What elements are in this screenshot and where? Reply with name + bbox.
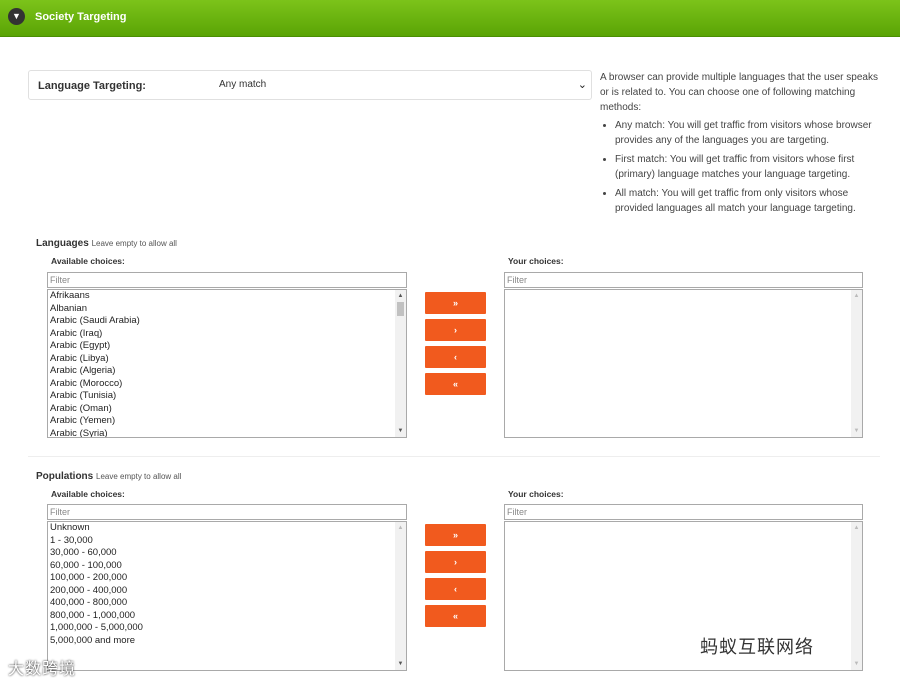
help-list: Any match: You will get traffic from vis… <box>600 118 882 216</box>
list-item[interactable]: 200,000 - 400,000 <box>48 585 406 598</box>
watermark-left: 大数跨境 <box>8 661 77 678</box>
populations-chosen-filter[interactable]: Filter <box>504 504 863 520</box>
populations-heading: Populations Leave empty to allow all <box>36 471 181 482</box>
scrollbar-thumb[interactable] <box>397 302 404 316</box>
scroll-down-icon[interactable]: ▼ <box>851 659 862 669</box>
list-item[interactable]: 800,000 - 1,000,000 <box>48 610 406 623</box>
watermark-right: 蚂蚁互联网络 <box>700 637 814 657</box>
language-targeting-select[interactable]: Any match ⌄ <box>219 79 587 91</box>
list-item[interactable]: 60,000 - 100,000 <box>48 560 406 573</box>
list-item[interactable]: Arabic (Syria) <box>48 428 406 438</box>
chevron-down-icon: ⌄ <box>577 79 587 91</box>
list-item[interactable]: Arabic (Morocco) <box>48 378 406 391</box>
list-item[interactable]: 100,000 - 200,000 <box>48 572 406 585</box>
section-title: Society Targeting <box>35 11 127 23</box>
list-item[interactable]: Arabic (Egypt) <box>48 340 406 353</box>
list-item[interactable]: Arabic (Yemen) <box>48 415 406 428</box>
list-item[interactable]: Arabic (Iraq) <box>48 328 406 341</box>
scroll-down-icon[interactable]: ▼ <box>395 426 406 436</box>
scrollbar[interactable]: ▲ ▼ <box>395 522 406 670</box>
language-targeting-label: Language Targeting: <box>38 80 146 92</box>
add-all-populations-button[interactable]: » <box>425 524 486 546</box>
languages-available-list[interactable]: Afrikaans Albanian Arabic (Saudi Arabia) Ar… <box>47 289 407 438</box>
list-item[interactable]: Arabic (Libya) <box>48 353 406 366</box>
scroll-down-icon[interactable]: ▼ <box>851 426 862 436</box>
languages-hint: Leave empty to allow all <box>91 239 177 248</box>
selected-match-method: Any match <box>219 79 267 90</box>
section-divider <box>28 456 880 457</box>
list-item[interactable]: Unknown <box>48 522 406 535</box>
populations-title: Populations <box>36 471 94 482</box>
languages-title: Languages <box>36 238 89 249</box>
scroll-down-icon[interactable]: ▼ <box>395 659 406 669</box>
remove-all-languages-button[interactable]: « <box>425 373 486 395</box>
scrollbar[interactable]: ▲ ▼ <box>395 290 406 437</box>
list-item[interactable]: 30,000 - 60,000 <box>48 547 406 560</box>
help-item-all-match: All match: You will get traffic from onl… <box>615 186 882 216</box>
list-item[interactable]: 1 - 30,000 <box>48 535 406 548</box>
language-targeting-row: Language Targeting: Any match ⌄ <box>28 70 592 100</box>
section-header[interactable]: ▼ Society Targeting <box>0 0 900 37</box>
languages-chosen-filter[interactable]: Filter <box>504 272 863 288</box>
remove-population-button[interactable]: ‹ <box>425 578 486 600</box>
list-item[interactable]: 1,000,000 - 5,000,000 <box>48 622 406 635</box>
remove-all-populations-button[interactable]: « <box>425 605 486 627</box>
populations-available-list[interactable]: Unknown 1 - 30,000 30,000 - 60,000 60,000 -… <box>47 521 407 671</box>
collapse-toggle-icon[interactable]: ▼ <box>8 8 25 25</box>
add-language-button[interactable]: › <box>425 319 486 341</box>
languages-heading: Languages Leave empty to allow all <box>36 238 177 249</box>
help-item-first-match: First match: You will get traffic from v… <box>615 152 882 182</box>
list-item[interactable]: Arabic (Algeria) <box>48 365 406 378</box>
scrollbar[interactable]: ▲ ▼ <box>851 290 862 437</box>
add-population-button[interactable]: › <box>425 551 486 573</box>
scrollbar[interactable]: ▲ ▼ <box>851 522 862 670</box>
languages-chosen-list[interactable]: ▲ ▼ <box>504 289 863 438</box>
scroll-up-icon[interactable]: ▲ <box>851 291 862 301</box>
add-all-languages-button[interactable]: » <box>425 292 486 314</box>
list-item[interactable]: Afrikaans <box>48 290 406 303</box>
populations-hint: Leave empty to allow all <box>96 472 182 481</box>
scroll-up-icon[interactable]: ▲ <box>395 523 406 533</box>
scroll-up-icon[interactable]: ▲ <box>395 291 406 301</box>
languages-available-filter[interactable]: Filter <box>47 272 407 288</box>
populations-available-filter[interactable]: Filter <box>47 504 407 520</box>
populations-chosen-label: Your choices: <box>508 489 564 499</box>
remove-language-button[interactable]: ‹ <box>425 346 486 368</box>
languages-chosen-label: Your choices: <box>508 256 564 266</box>
language-targeting-help: A browser can provide multiple languages… <box>600 70 882 220</box>
languages-available-label: Available choices: <box>51 256 125 266</box>
list-item[interactable]: Arabic (Oman) <box>48 403 406 416</box>
list-item[interactable]: Arabic (Saudi Arabia) <box>48 315 406 328</box>
list-item[interactable]: Arabic (Tunisia) <box>48 390 406 403</box>
list-item[interactable]: 400,000 - 800,000 <box>48 597 406 610</box>
list-item[interactable]: Albanian <box>48 303 406 316</box>
populations-available-label: Available choices: <box>51 489 125 499</box>
scroll-up-icon[interactable]: ▲ <box>851 523 862 533</box>
help-intro: A browser can provide multiple languages… <box>600 72 878 113</box>
help-item-any-match: Any match: You will get traffic from vis… <box>615 118 882 148</box>
list-item[interactable]: 5,000,000 and more <box>48 635 406 648</box>
